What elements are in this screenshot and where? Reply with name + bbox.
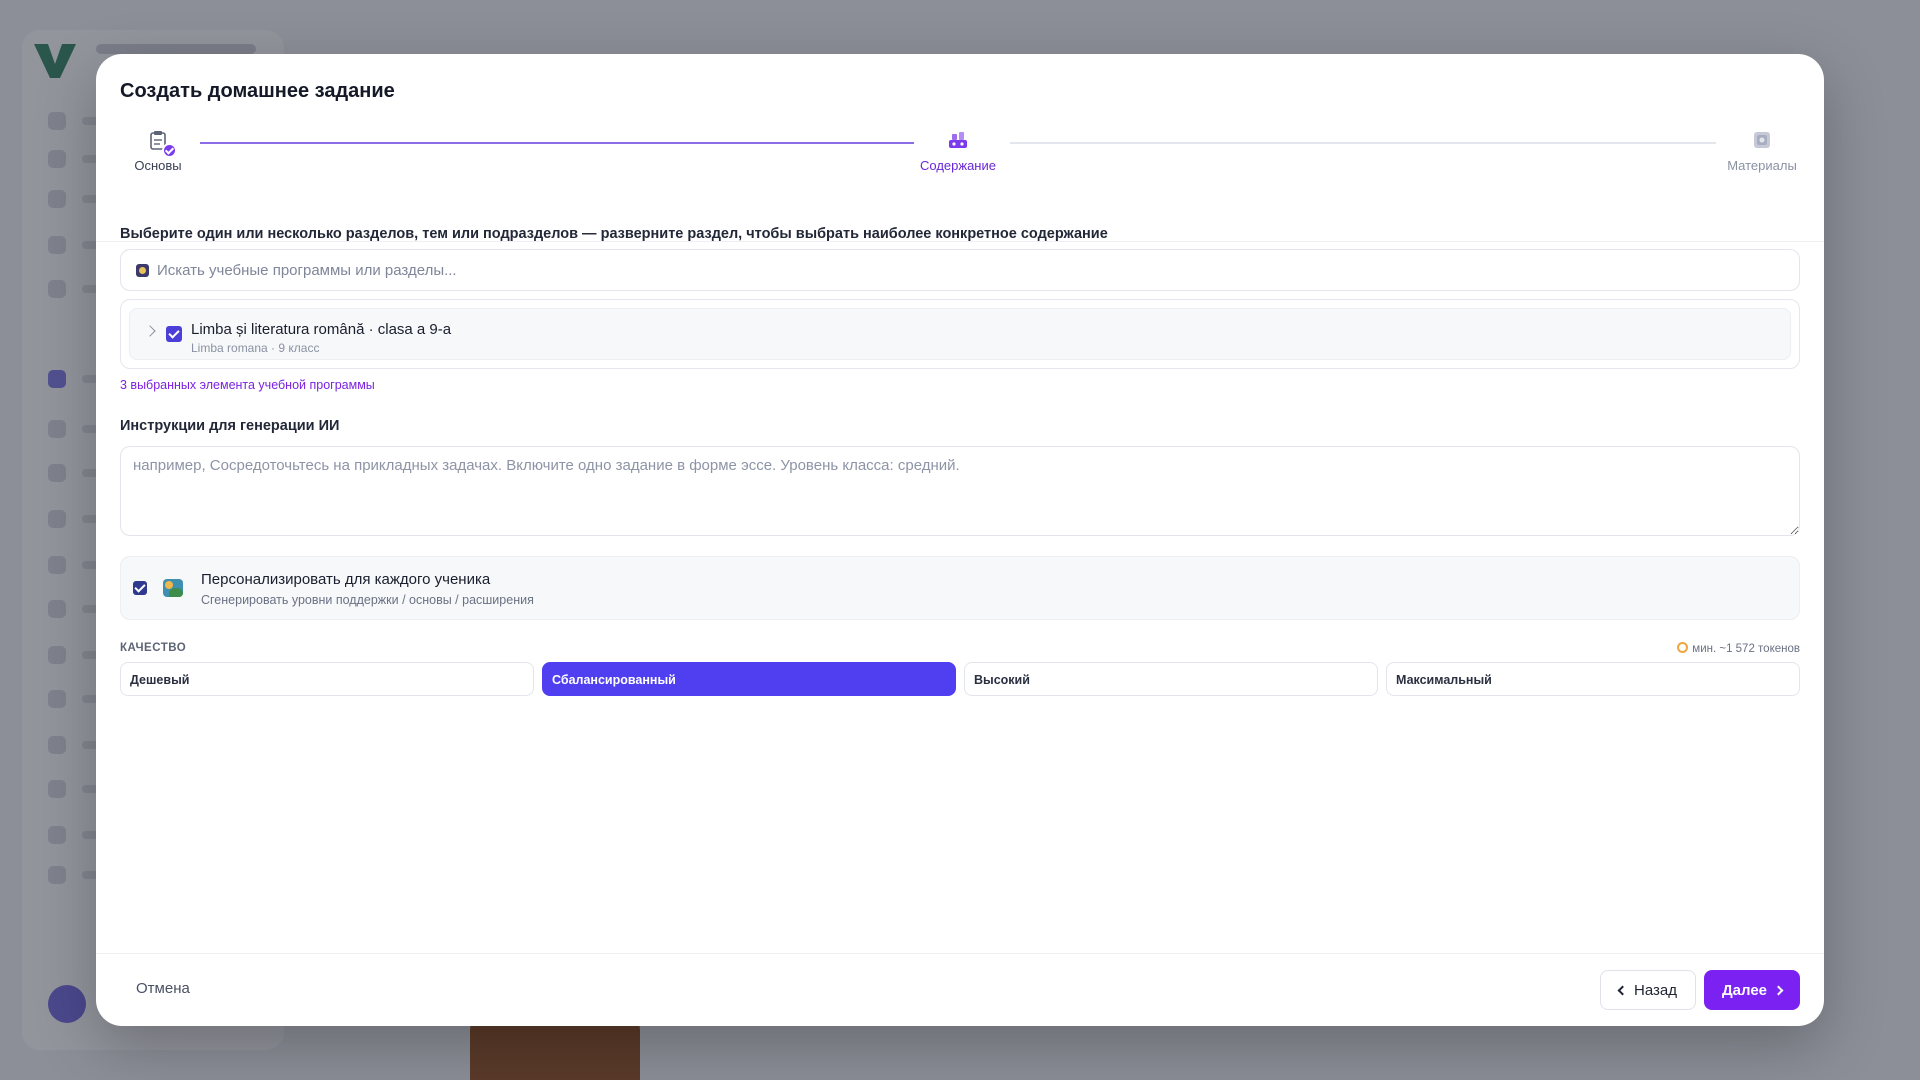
stepper: Основы Содержание Материалы (96, 124, 1824, 242)
personalize-checkbox[interactable] (133, 581, 147, 595)
stepper-progress-line (200, 142, 914, 144)
personalize-subtitle: Сгенерировать уровни поддержки / основы … (201, 593, 534, 607)
stepper-remaining-line (1010, 142, 1716, 144)
quality-option-max[interactable]: Максимальный (1386, 662, 1800, 696)
modal-title: Создать домашнее задание (120, 80, 395, 102)
curriculum-search (120, 249, 1800, 291)
instructions-label: Инструкции для генерации ИИ (120, 418, 340, 434)
curriculum-subtitle: Limba romana · 9 класс (191, 341, 320, 355)
step-label: Основы (134, 158, 182, 173)
next-button[interactable]: Далее (1704, 970, 1800, 1010)
personalize-option[interactable]: Персонализировать для каждого ученика Сг… (120, 556, 1800, 620)
back-button[interactable]: Назад (1600, 970, 1696, 1010)
chevron-right-icon (1773, 985, 1784, 995)
next-label: Далее (1721, 981, 1768, 999)
completed-check-icon (162, 143, 177, 158)
cancel-button[interactable]: Отмена (136, 980, 190, 997)
curriculum-item[interactable]: Limba și literatura română · clasa a 9-a… (129, 308, 1791, 360)
landscape-icon (163, 579, 183, 597)
curriculum-title: Limba și literatura română · clasa a 9-a (191, 321, 452, 338)
content-icon (947, 130, 969, 152)
search-icon (136, 264, 149, 277)
clipboard-icon (147, 130, 177, 158)
step-materials[interactable]: Материалы (1722, 130, 1802, 173)
search-input[interactable] (157, 250, 1777, 290)
back-label: Назад (1634, 981, 1677, 999)
quality-option-balanced[interactable]: Сбалансированный (542, 662, 956, 696)
selected-count: 3 выбранных элемента учебной программы (120, 378, 375, 392)
step-label: Содержание (920, 158, 996, 173)
token-estimate: мин. ~1 572 токенов (1677, 642, 1800, 655)
instructions-textarea[interactable] (120, 446, 1800, 536)
chevron-right-icon[interactable] (144, 325, 156, 337)
create-homework-dialog: Создать домашнее задание Основы Содержан… (96, 54, 1824, 1026)
quality-option-cheap[interactable]: Дешевый (120, 662, 534, 696)
materials-icon (1751, 130, 1773, 152)
step-basics[interactable]: Основы (132, 130, 184, 173)
quality-options: Дешевый Сбалансированный Высокий Максима… (120, 662, 1800, 696)
quality-label: КАЧЕСТВО (120, 642, 187, 654)
token-icon (1677, 642, 1689, 653)
modal-footer: Отмена Назад Далее (96, 953, 1824, 1026)
curriculum-checkbox[interactable] (166, 326, 182, 342)
quality-option-high[interactable]: Высокий (964, 662, 1378, 696)
curriculum-tree: Limba și literatura română · clasa a 9-a… (120, 299, 1800, 369)
chevron-left-icon (1617, 985, 1628, 995)
step-content[interactable]: Содержание (908, 130, 1008, 173)
token-estimate-text: мин. ~1 572 токенов (1692, 643, 1800, 655)
section-selection-label: Выберите один или несколько разделов, те… (120, 226, 1108, 242)
step-label: Материалы (1727, 158, 1797, 173)
personalize-title: Персонализировать для каждого ученика (201, 571, 491, 588)
